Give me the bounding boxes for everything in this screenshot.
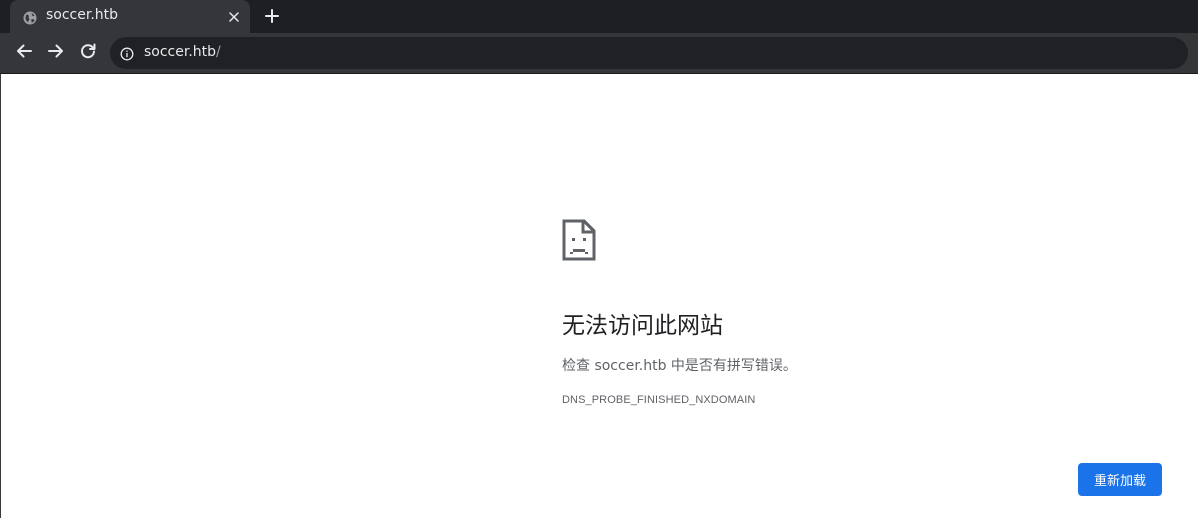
sad-page-icon xyxy=(562,219,596,261)
url-path: / xyxy=(216,44,221,60)
plus-icon xyxy=(265,8,279,27)
arrow-left-icon xyxy=(15,42,33,64)
page-content: 无法访问此网站 检查 soccer.htb 中是否有拼写错误。 DNS_PROB… xyxy=(0,74,1198,518)
browser-window: soccer.htb soccer.htb/ 无法访问此网站 检查 soccer… xyxy=(0,0,1198,518)
arrow-right-icon xyxy=(47,42,65,64)
url-host: soccer.htb xyxy=(144,44,217,60)
error-title: 无法访问此网站 xyxy=(562,313,723,339)
close-icon[interactable] xyxy=(226,9,242,25)
browser-toolbar: soccer.htb/ xyxy=(0,33,1198,74)
url-text[interactable]: soccer.htb/ xyxy=(144,44,221,60)
forward-button[interactable] xyxy=(46,43,66,63)
tab-soccer[interactable]: soccer.htb xyxy=(10,0,250,33)
new-tab-button[interactable] xyxy=(262,7,282,27)
error-description: 检查 soccer.htb 中是否有拼写错误。 xyxy=(562,358,797,374)
info-icon[interactable] xyxy=(120,46,134,61)
back-button[interactable] xyxy=(14,43,34,63)
reload-icon xyxy=(79,42,97,64)
globe-icon xyxy=(23,10,37,25)
reload-button-toolbar[interactable] xyxy=(78,43,98,63)
reload-button[interactable]: 重新加载 xyxy=(1078,463,1162,496)
error-code[interactable]: DNS_PROBE_FINISHED_NXDOMAIN xyxy=(562,394,755,406)
tab-title: soccer.htb xyxy=(46,7,119,23)
tab-strip: soccer.htb xyxy=(0,0,1198,33)
address-bar[interactable]: soccer.htb/ xyxy=(110,37,1188,69)
